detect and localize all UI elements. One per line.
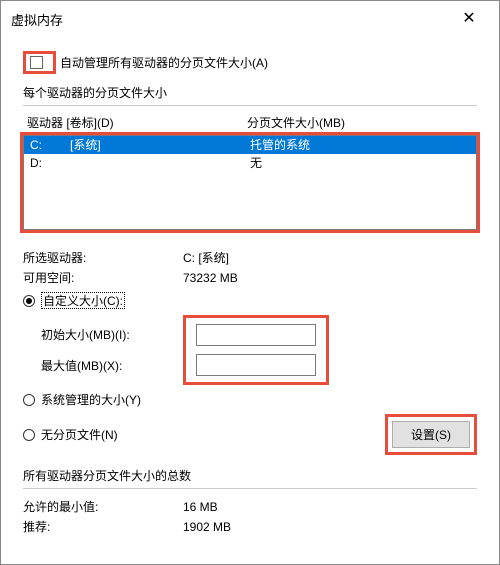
drive-row-c[interactable]: C: [系统] 托管的系统 [24, 136, 476, 154]
totals-group-label: 所有驱动器分页文件大小的总数 [23, 467, 477, 484]
drive-letter: D: [30, 155, 70, 171]
size-inputs-highlight [183, 315, 329, 385]
drive-size: 无 [250, 155, 262, 171]
close-icon[interactable]: ✕ [449, 7, 489, 31]
sys-managed-radio[interactable] [23, 394, 35, 406]
recommended-value: 1902 MB [183, 520, 231, 534]
auto-manage-checkbox[interactable] [30, 56, 43, 69]
max-size-input[interactable] [196, 354, 316, 376]
avail-space-row: 可用空间: 73232 MB [23, 269, 477, 286]
dialog-title: 虚拟内存 [11, 10, 63, 29]
custom-size-radio[interactable] [23, 295, 35, 307]
drive-vol [70, 155, 250, 171]
virtual-memory-dialog: 虚拟内存 ✕ 自动管理所有驱动器的分页文件大小(A) 每个驱动器的分页文件大小 … [0, 0, 500, 565]
sys-managed-radio-row: 系统管理的大小(Y) [23, 391, 477, 408]
selected-drive-value: C: [系统] [183, 249, 229, 266]
per-drive-group-box: 驱动器 [卷标](D) 分页文件大小(MB) C: [系统] 托管的系统 D: … [23, 105, 477, 455]
set-button-highlight: 设置(S) [385, 414, 477, 455]
per-drive-group: 每个驱动器的分页文件大小 驱动器 [卷标](D) 分页文件大小(MB) C: [… [23, 84, 477, 455]
drive-row-d[interactable]: D: 无 [24, 154, 476, 172]
min-allowed-value: 16 MB [183, 500, 218, 514]
drive-list-header: 驱动器 [卷标](D) 分页文件大小(MB) [23, 112, 477, 133]
no-paging-radio[interactable] [23, 429, 35, 441]
min-allowed-label: 允许的最小值: [23, 498, 183, 515]
drive-size: 托管的系统 [250, 137, 310, 153]
totals-group: 所有驱动器分页文件大小的总数 允许的最小值: 16 MB 推荐: 1902 MB [23, 467, 477, 535]
avail-space-value: 73232 MB [183, 271, 238, 285]
min-allowed-row: 允许的最小值: 16 MB [23, 498, 477, 515]
custom-size-label[interactable]: 自定义大小(C): [41, 292, 125, 309]
totals-group-box: 允许的最小值: 16 MB 推荐: 1902 MB [23, 488, 477, 535]
dialog-content: 自动管理所有驱动器的分页文件大小(A) 每个驱动器的分页文件大小 驱动器 [卷标… [1, 37, 499, 546]
auto-manage-label[interactable]: 自动管理所有驱动器的分页文件大小(A) [60, 54, 268, 71]
titlebar: 虚拟内存 ✕ [1, 1, 499, 37]
selected-drive-row: 所选驱动器: C: [系统] [23, 249, 477, 266]
initial-size-input[interactable] [196, 324, 316, 346]
sys-managed-label[interactable]: 系统管理的大小(Y) [41, 391, 141, 408]
auto-manage-highlight [23, 51, 56, 74]
avail-space-label: 可用空间: [23, 269, 183, 286]
drive-letter: C: [30, 137, 70, 153]
no-paging-radio-row: 无分页文件(N) [23, 426, 118, 443]
custom-size-radio-row: 自定义大小(C): [23, 292, 477, 309]
drive-listbox[interactable]: C: [系统] 托管的系统 D: 无 [23, 135, 477, 230]
recommended-row: 推荐: 1902 MB [23, 518, 477, 535]
per-drive-group-label: 每个驱动器的分页文件大小 [23, 84, 477, 101]
no-paging-label[interactable]: 无分页文件(N) [41, 426, 118, 443]
recommended-label: 推荐: [23, 518, 183, 535]
selected-drive-label: 所选驱动器: [23, 249, 183, 266]
set-button[interactable]: 设置(S) [392, 421, 470, 448]
auto-manage-row: 自动管理所有驱动器的分页文件大小(A) [23, 51, 477, 74]
initial-size-label: 初始大小(MB)(I): [41, 326, 183, 343]
drive-vol: [系统] [70, 137, 250, 153]
size-header-col: 分页文件大小(MB) [247, 114, 473, 131]
max-size-label: 最大值(MB)(X): [41, 357, 183, 374]
drive-header-col: 驱动器 [卷标](D) [27, 114, 247, 131]
